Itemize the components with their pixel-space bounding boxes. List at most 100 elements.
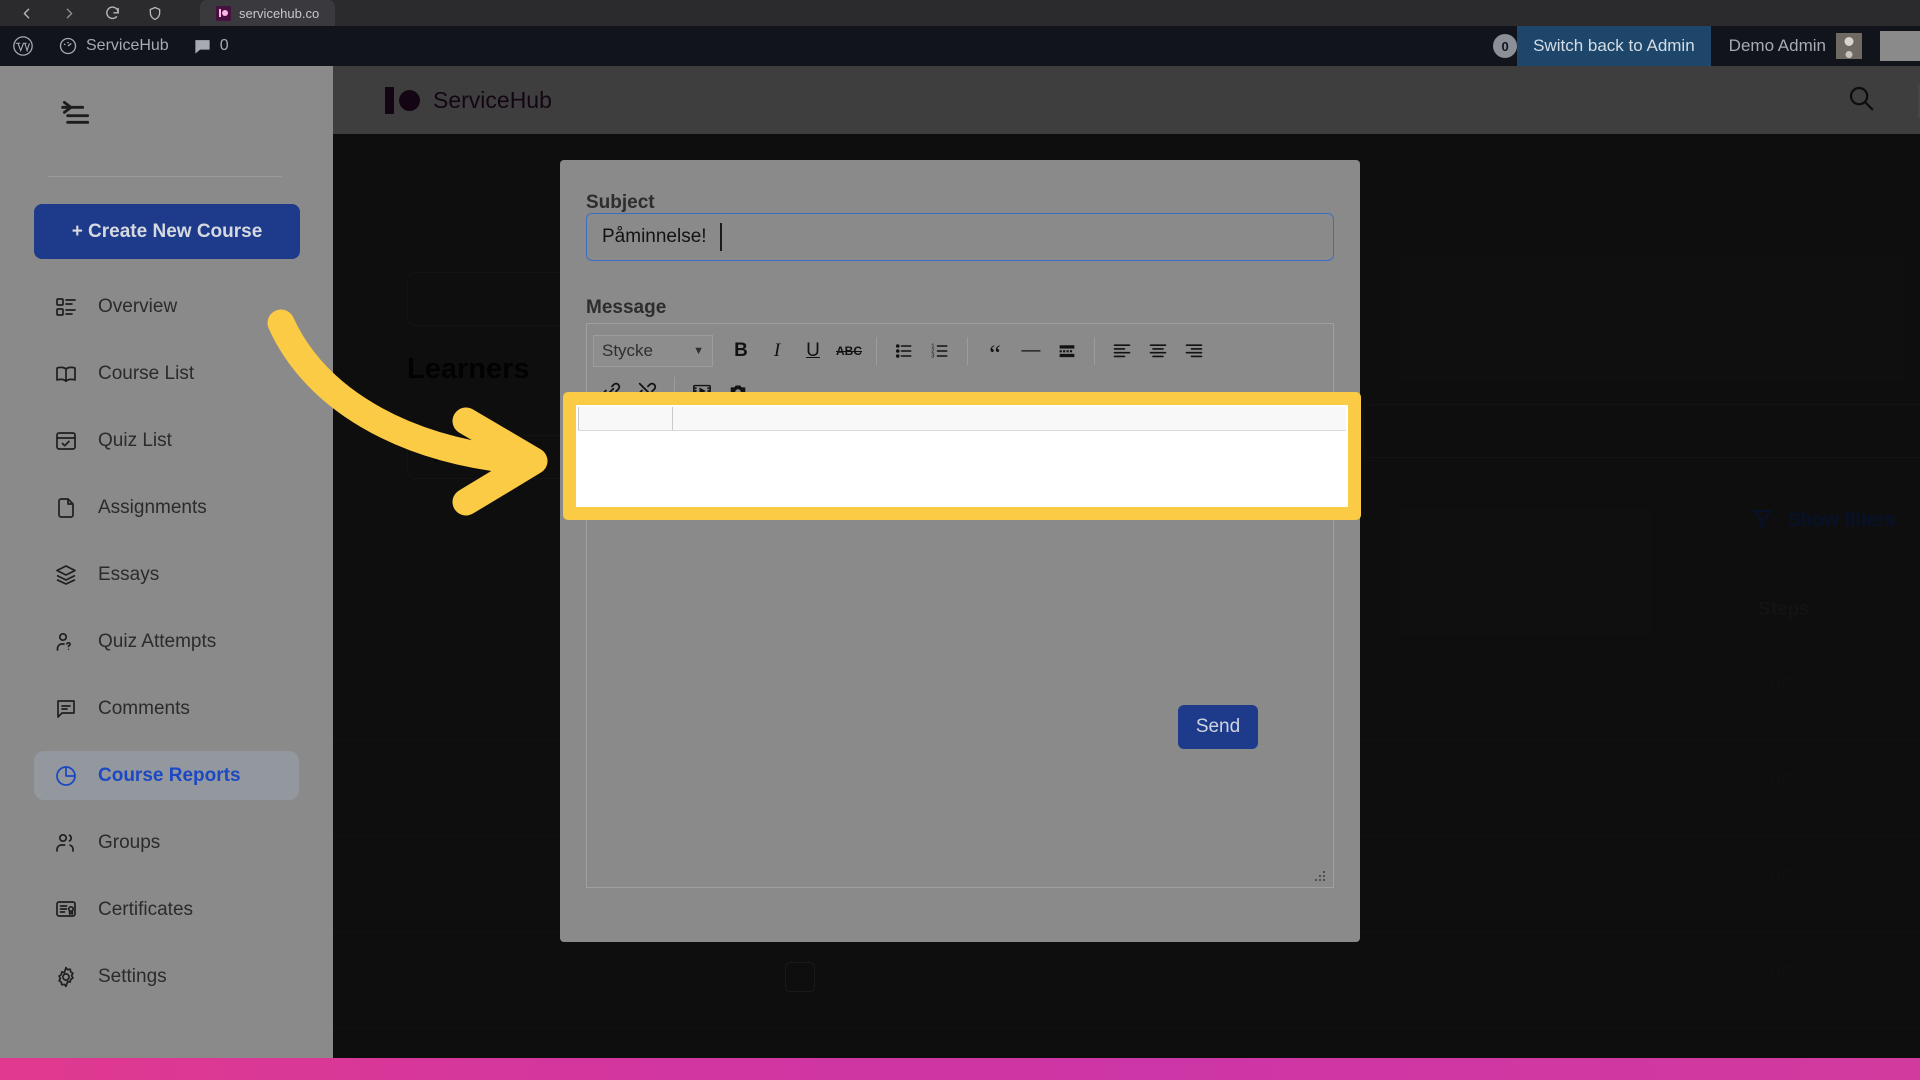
bold-icon[interactable]: B [723, 334, 759, 368]
wordpress-admin-bar: ServiceHub 0 0 Switch back to Admin Demo… [0, 26, 1920, 66]
sidebar-item-quiz-list[interactable]: Quiz List [34, 416, 299, 465]
shield-icon[interactable] [147, 5, 163, 22]
app-logo-text: ServiceHub [433, 86, 552, 113]
sidebar-item-label: Course List [98, 362, 195, 384]
sidebar-item-label: Essays [98, 563, 160, 585]
sidebar-item-essays[interactable]: Essays [34, 550, 299, 599]
reload-icon[interactable] [104, 5, 121, 22]
sidebar-item-label: Assignments [98, 496, 207, 518]
editor-toolbar-row-1: Stycke ▼ B I U ABC 123 “ — [593, 331, 1327, 371]
sidebar-item-label: Groups [98, 831, 161, 853]
insert-image-icon[interactable] [720, 374, 756, 408]
remove-link-icon[interactable] [629, 374, 665, 408]
window-check-icon [53, 428, 79, 454]
show-filters-button[interactable]: Show filters [1751, 506, 1896, 536]
sidebar-item-label: Comments [98, 697, 190, 719]
sidebar-item-settings[interactable]: Settings [34, 952, 299, 1001]
sidebar-divider [48, 176, 282, 177]
format-select[interactable]: Stycke ▼ [593, 335, 713, 367]
sidebar-item-label: Quiz Attempts [98, 630, 217, 652]
column-header-steps: Steps [1758, 599, 1810, 620]
sidebar-item-comments[interactable]: Comments [34, 684, 299, 733]
italic-icon[interactable]: I [759, 334, 795, 368]
subject-label: Subject [586, 192, 655, 213]
admin-bar-site-name[interactable]: ServiceHub [46, 26, 181, 66]
browser-tab-title: servicehub.co [239, 5, 320, 21]
sidebar-item-groups[interactable]: Groups [34, 818, 299, 867]
message-editor: Stycke ▼ B I U ABC 123 “ — [586, 323, 1334, 888]
resize-handle-icon[interactable] [1313, 869, 1327, 883]
bottom-gradient-bar [0, 1058, 1920, 1080]
numbered-list-icon[interactable]: 123 [922, 334, 958, 368]
app-header: ServiceHub [333, 66, 1920, 134]
row-checkbox[interactable] [785, 962, 815, 992]
cell-steps: 0/2 [1770, 770, 1797, 791]
insert-link-icon[interactable] [593, 374, 629, 408]
updates-count-badge[interactable]: 0 [1493, 34, 1518, 58]
browser-nav-buttons [0, 5, 163, 22]
list-layout-icon [53, 294, 79, 320]
bulleted-list-icon[interactable] [886, 334, 922, 368]
page-title: Learners [407, 353, 530, 385]
switch-back-to-admin-button[interactable]: Switch back to Admin [1517, 26, 1711, 66]
align-left-icon[interactable] [1104, 334, 1140, 368]
toolbar-separator [876, 337, 877, 365]
collapse-sidebar-icon[interactable] [56, 94, 96, 134]
document-icon [53, 495, 79, 521]
layers-icon [53, 562, 79, 588]
strikethrough-icon[interactable]: ABC [831, 334, 867, 368]
read-more-icon[interactable] [1049, 334, 1085, 368]
sort-icon [426, 443, 448, 471]
sidebar-item-label: Settings [98, 965, 167, 987]
subject-input[interactable] [586, 213, 1334, 261]
blockquote-icon[interactable]: “ [977, 334, 1013, 368]
send-button[interactable]: Send [1178, 705, 1258, 749]
app-logo[interactable]: ServiceHub [385, 86, 552, 114]
cell-steps: 0/2 [1770, 962, 1797, 983]
site-favicon-icon [216, 5, 231, 21]
underline-icon[interactable]: U [795, 334, 831, 368]
admin-bar-blank-block [1880, 31, 1920, 61]
message-label: Message [586, 297, 667, 318]
sidebar-item-quiz-attempts[interactable]: Quiz Attempts [34, 617, 299, 666]
align-center-icon[interactable] [1140, 334, 1176, 368]
sidebar-item-course-reports[interactable]: Course Reports [34, 751, 299, 800]
wordpress-logo-icon [13, 36, 33, 56]
comment-lines-icon [53, 696, 79, 722]
search-icon[interactable] [1846, 83, 1876, 118]
admin-bar-comments[interactable]: 0 [181, 26, 241, 66]
editor-toolbar: Stycke ▼ B I U ABC 123 “ — [587, 324, 1333, 412]
create-new-course-button[interactable]: + Create New Course [34, 204, 300, 259]
admin-bar-left: ServiceHub 0 [0, 26, 241, 66]
format-select-value: Stycke [602, 341, 654, 360]
horizontal-rule-icon[interactable]: — [1013, 334, 1049, 368]
servicehub-logo-icon [385, 86, 420, 114]
text-caret [720, 223, 722, 251]
avatar [1836, 33, 1862, 59]
comment-bubble-icon [195, 39, 210, 54]
dashboard-gauge-icon [59, 37, 77, 55]
sidebar-item-overview[interactable]: Overview [34, 282, 299, 331]
sidebar-nav: Overview Course List Quiz List Assignmen… [0, 282, 333, 1019]
sidebar-item-label: Overview [98, 295, 178, 317]
pie-chart-icon [53, 763, 79, 789]
gear-icon [53, 964, 79, 990]
forward-arrow-icon[interactable] [61, 5, 78, 22]
svg-text:3: 3 [931, 354, 934, 360]
back-arrow-icon[interactable] [18, 5, 35, 22]
chevron-down-icon: ▼ [693, 345, 704, 357]
insert-video-icon[interactable] [684, 374, 720, 408]
align-right-icon[interactable] [1176, 334, 1212, 368]
user-name-label: Demo Admin [1728, 36, 1826, 55]
browser-tab[interactable]: servicehub.co [200, 0, 336, 26]
message-editor-textarea[interactable] [587, 439, 1333, 887]
sidebar-item-certificates[interactable]: Certificates [34, 885, 299, 934]
sidebar-item-label: Course Reports [98, 764, 241, 786]
wordpress-logo-menu[interactable] [0, 26, 46, 66]
cell-steps: 0/2 [1770, 674, 1797, 695]
user-menu[interactable]: Demo Admin [1711, 26, 1876, 66]
sidebar-item-course-list[interactable]: Course List [34, 349, 299, 398]
sidebar-item-assignments[interactable]: Assignments [34, 483, 299, 532]
learner-search-input[interactable] [1363, 404, 1920, 458]
table-row[interactable]: 0/2 - [333, 932, 1920, 1028]
